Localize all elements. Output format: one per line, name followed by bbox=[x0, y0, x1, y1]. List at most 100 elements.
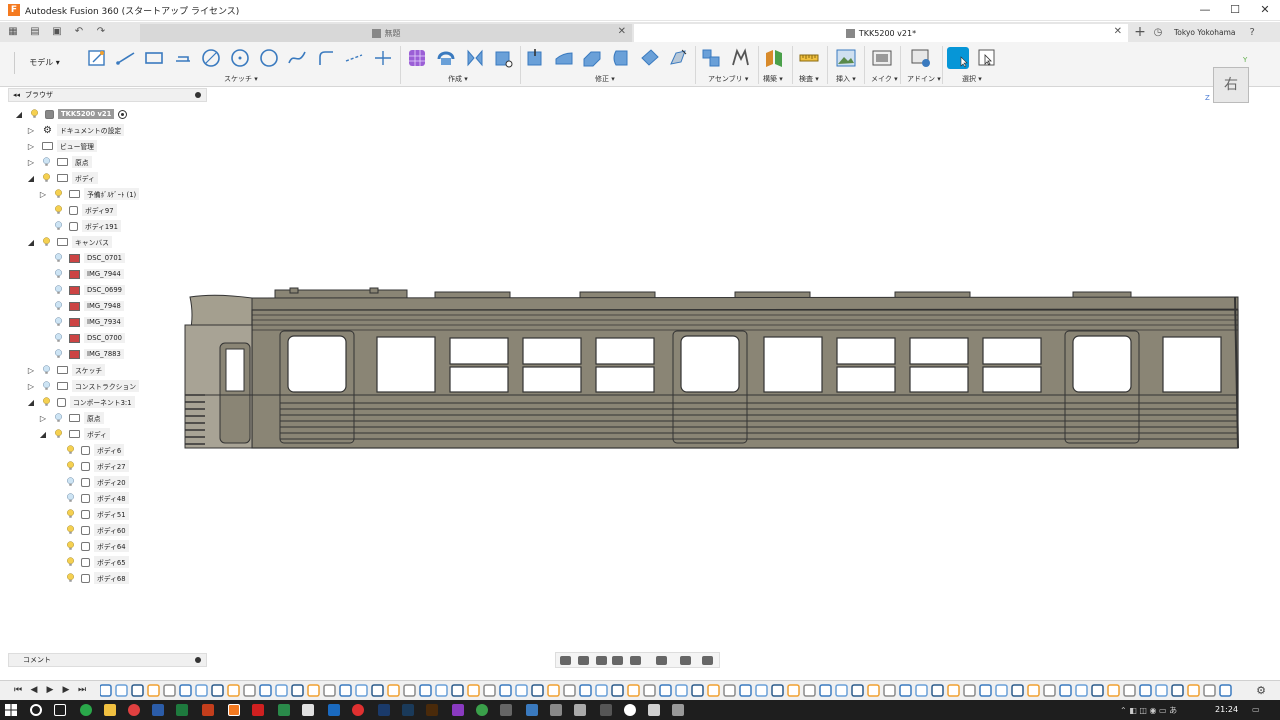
timeline-feature-icon[interactable] bbox=[307, 684, 320, 697]
draft-icon[interactable] bbox=[639, 47, 661, 69]
tree-item[interactable]: IMG_7944 bbox=[10, 266, 210, 282]
file-menu-icon[interactable]: ▤ bbox=[28, 25, 42, 39]
tab-tkk5200[interactable]: TKK5200 v21* ✕ bbox=[634, 24, 1128, 42]
tab-untitled[interactable]: 無題 ✕ bbox=[140, 24, 632, 42]
offset-icon[interactable] bbox=[372, 47, 394, 69]
visibility-bulb-icon[interactable] bbox=[42, 157, 51, 167]
tree-item[interactable]: ボディ97 bbox=[10, 202, 210, 218]
timeline-feature-icon[interactable] bbox=[1091, 684, 1104, 697]
visibility-bulb-icon[interactable] bbox=[54, 301, 63, 311]
offset-plane-icon[interactable] bbox=[763, 47, 785, 69]
app-icon[interactable] bbox=[452, 704, 464, 716]
timeline-feature-icon[interactable] bbox=[995, 684, 1008, 697]
create-form-icon[interactable] bbox=[406, 47, 428, 69]
timeline-feature-icon[interactable] bbox=[947, 684, 960, 697]
maximize-button[interactable]: ☐ bbox=[1220, 0, 1250, 20]
tree-item[interactable]: ボディ191 bbox=[10, 218, 210, 234]
collapse-browser-icon[interactable]: ◂◂ bbox=[13, 91, 20, 99]
timeline-feature-icon[interactable] bbox=[579, 684, 592, 697]
press-pull-icon[interactable] bbox=[524, 47, 546, 69]
slot-icon[interactable] bbox=[172, 47, 194, 69]
fillet-sketch-icon[interactable] bbox=[315, 47, 337, 69]
app-icon[interactable] bbox=[672, 704, 684, 716]
timeline-feature-icon[interactable] bbox=[1203, 684, 1216, 697]
timeline-feature-icon[interactable] bbox=[115, 684, 128, 697]
insert-group-label[interactable]: 挿入 ▾ bbox=[836, 74, 856, 84]
timeline-feature-icon[interactable] bbox=[1107, 684, 1120, 697]
notification-icon[interactable]: ▭ bbox=[1252, 705, 1260, 714]
construct-group-label[interactable]: 構築 ▾ bbox=[763, 74, 783, 84]
viewports-icon[interactable] bbox=[702, 656, 713, 665]
expand-toggle-icon[interactable]: ▷ bbox=[26, 142, 36, 151]
app-icon[interactable] bbox=[476, 704, 488, 716]
tree-item[interactable]: ◢ キャンバス bbox=[10, 234, 210, 250]
task-view-icon[interactable] bbox=[54, 704, 66, 716]
illustrator-icon[interactable] bbox=[426, 704, 438, 716]
app-icon[interactable] bbox=[624, 704, 636, 716]
timeline-feature-icon[interactable] bbox=[771, 684, 784, 697]
app-icon[interactable] bbox=[648, 704, 660, 716]
visibility-bulb-icon[interactable] bbox=[54, 253, 63, 263]
display-settings-icon[interactable] bbox=[656, 656, 667, 665]
timeline-feature-icon[interactable] bbox=[1139, 684, 1152, 697]
timeline-feature-icon[interactable] bbox=[931, 684, 944, 697]
timeline-feature-icon[interactable] bbox=[755, 684, 768, 697]
expand-toggle-icon[interactable]: ▷ bbox=[26, 158, 36, 167]
timeline-feature-icon[interactable] bbox=[259, 684, 272, 697]
joint-icon[interactable] bbox=[729, 47, 751, 69]
visibility-bulb-icon[interactable] bbox=[30, 109, 39, 119]
tree-item[interactable]: ボディ51 bbox=[10, 506, 210, 522]
app-icon[interactable] bbox=[550, 704, 562, 716]
powerpoint-icon[interactable] bbox=[202, 704, 214, 716]
timeline-feature-icon[interactable] bbox=[419, 684, 432, 697]
timeline-prev-icon[interactable]: ◀ bbox=[26, 685, 42, 695]
tree-item[interactable]: ▷ 原点 bbox=[10, 154, 210, 170]
timeline-feature-icon[interactable] bbox=[163, 684, 176, 697]
timeline-feature-icon[interactable] bbox=[100, 684, 112, 697]
tray-icons[interactable]: ⌃ ◧ ◫ ◉ ▭ あ bbox=[1120, 705, 1177, 716]
save-icon[interactable]: ▣ bbox=[50, 25, 64, 39]
visibility-bulb-icon[interactable] bbox=[54, 429, 63, 439]
app-icon[interactable] bbox=[328, 704, 340, 716]
workspace-switcher[interactable]: モデル ▾ bbox=[14, 52, 74, 74]
timeline-feature-icon[interactable] bbox=[659, 684, 672, 697]
timeline-feature-icon[interactable] bbox=[195, 684, 208, 697]
timeline-feature-icon[interactable] bbox=[467, 684, 480, 697]
timeline-feature-icon[interactable] bbox=[595, 684, 608, 697]
trim-icon[interactable] bbox=[343, 47, 365, 69]
excel-icon[interactable] bbox=[176, 704, 188, 716]
app-icon[interactable] bbox=[278, 704, 290, 716]
timeline-feature-icon[interactable] bbox=[435, 684, 448, 697]
chamfer-icon[interactable] bbox=[581, 47, 603, 69]
fusion-taskbar-icon[interactable] bbox=[228, 704, 240, 716]
measure-icon[interactable] bbox=[798, 47, 820, 69]
pin-icon[interactable] bbox=[195, 657, 201, 663]
timeline-feature-icon[interactable] bbox=[147, 684, 160, 697]
tree-item[interactable]: ボディ27 bbox=[10, 458, 210, 474]
tree-item[interactable]: DSC_0701 bbox=[10, 250, 210, 266]
timeline-feature-icon[interactable] bbox=[1011, 684, 1024, 697]
tree-item[interactable]: ボディ60 bbox=[10, 522, 210, 538]
timeline-feature-icon[interactable] bbox=[387, 684, 400, 697]
timeline-feature-icon[interactable] bbox=[627, 684, 640, 697]
timeline-feature-icon[interactable] bbox=[531, 684, 544, 697]
grid-settings-icon[interactable] bbox=[680, 656, 691, 665]
line-icon[interactable] bbox=[115, 47, 137, 69]
timeline-feature-icon[interactable] bbox=[819, 684, 832, 697]
visibility-bulb-icon[interactable] bbox=[54, 221, 63, 231]
app-icon[interactable] bbox=[302, 704, 314, 716]
timeline-feature-icon[interactable] bbox=[1043, 684, 1056, 697]
visibility-bulb-icon[interactable] bbox=[54, 285, 63, 295]
timeline-feature-icon[interactable] bbox=[563, 684, 576, 697]
visibility-bulb-icon[interactable] bbox=[42, 397, 51, 407]
timeline-feature-icon[interactable] bbox=[211, 684, 224, 697]
polygon-icon[interactable] bbox=[258, 47, 280, 69]
viewcube[interactable]: 右 bbox=[1213, 67, 1249, 103]
circle-diameter-icon[interactable] bbox=[200, 47, 222, 69]
undo-icon[interactable]: ↶ bbox=[72, 25, 86, 39]
timeline-feature-icon[interactable] bbox=[643, 684, 656, 697]
fit-icon[interactable] bbox=[630, 656, 641, 665]
grid-menu-icon[interactable]: ▦ bbox=[6, 25, 20, 39]
timeline-feature-icon[interactable] bbox=[835, 684, 848, 697]
minimize-button[interactable]: — bbox=[1190, 0, 1220, 20]
